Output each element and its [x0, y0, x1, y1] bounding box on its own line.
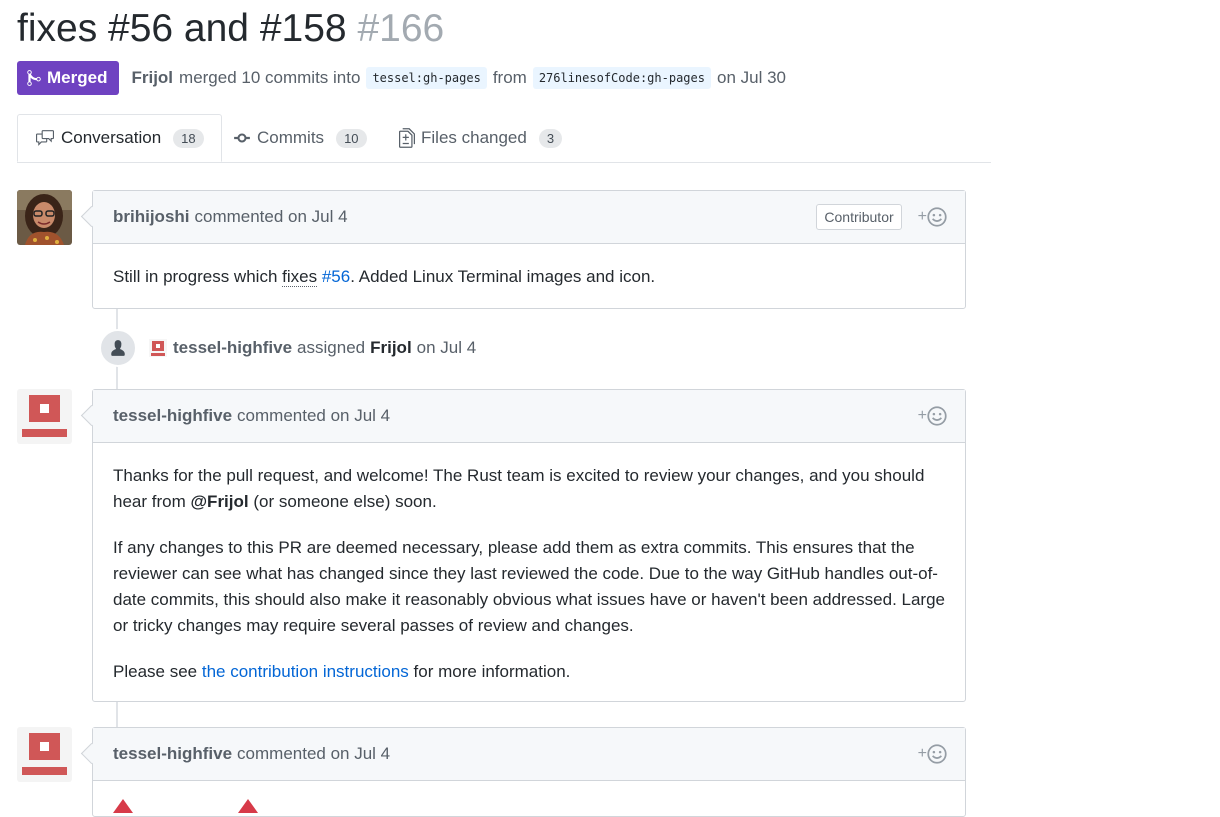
tab-counter: 18 [173, 128, 204, 148]
comment-body [93, 781, 965, 813]
comment-text: . Added Linux Terminal images and icon. [350, 267, 656, 286]
smiley-icon [927, 744, 947, 764]
comment-author[interactable]: brihijoshi [113, 207, 190, 227]
event-target[interactable]: Frijol [370, 338, 412, 358]
comment-body: Thanks for the pull request, and welcome… [93, 443, 965, 703]
tab-conversation[interactable]: Conversation 18 [17, 114, 222, 162]
base-ref: tessel:gh-pages [366, 67, 487, 89]
contributor-badge: Contributor [816, 204, 902, 230]
tab-commits[interactable]: Commits 10 [233, 114, 367, 162]
comment-timestamp[interactable]: commented on Jul 4 [237, 406, 390, 426]
add-reaction-button[interactable]: + [918, 406, 947, 426]
comment-author[interactable]: tessel-highfive [113, 744, 232, 764]
bot-avatar-icon [17, 389, 72, 444]
avatar[interactable] [17, 190, 72, 245]
comment-paragraph: If any changes to this PR are deemed nec… [113, 538, 945, 635]
add-reaction-button[interactable]: + [918, 207, 947, 227]
contribution-link[interactable]: the contribution instructions [202, 662, 409, 681]
event-actor[interactable]: tessel-highfive [173, 338, 292, 358]
pr-tabs: Conversation 18 Commits 10 Files changed… [17, 114, 991, 163]
person-icon [99, 329, 137, 367]
comment-header: tessel-highfive commented on Jul 4 + [93, 728, 965, 781]
smiley-icon [927, 207, 947, 227]
pr-number: #166 [357, 7, 445, 50]
comment-header: tessel-highfive commented on Jul 4 + [93, 390, 965, 443]
comment-discussion-icon [36, 130, 54, 146]
comment: brihijoshi commented on Jul 4 Contributo… [92, 190, 966, 309]
tab-counter: 10 [336, 128, 367, 148]
event-date[interactable]: on Jul 4 [417, 338, 477, 358]
add-reaction-button[interactable]: + [918, 744, 947, 764]
issue-link[interactable]: #56 [322, 267, 350, 286]
assigned-event: tessel-highfive assigned Frijol on Jul 4 [99, 329, 476, 367]
comment: tessel-highfive commented on Jul 4 + [92, 727, 966, 817]
event-action: assigned [297, 338, 366, 357]
tab-counter: 3 [538, 128, 563, 148]
bot-avatar-icon [149, 339, 167, 357]
avatar[interactable] [17, 389, 72, 444]
file-diff-icon [399, 128, 415, 148]
comment-timestamp[interactable]: commented on Jul 4 [195, 207, 348, 227]
smiley-icon [927, 406, 947, 426]
comment-paragraph: Thanks for the pull request, and welcome… [113, 463, 945, 515]
user-photo-icon [17, 190, 72, 245]
comment: tessel-highfive commented on Jul 4 + Tha… [92, 389, 966, 702]
fixes-keyword: fixes [282, 267, 318, 287]
head-ref: 276linesofCode:gh-pages [532, 67, 711, 89]
pr-title: fixes #56 and #158 [17, 7, 347, 50]
pr-author-link[interactable]: Frijol [131, 68, 173, 88]
user-mention[interactable]: @Frijol [190, 492, 248, 511]
git-merge-icon [27, 70, 41, 86]
tab-files-changed[interactable]: Files changed 3 [399, 114, 563, 162]
tab-label: Commits [257, 128, 325, 147]
comment-timestamp[interactable]: commented on Jul 4 [237, 744, 390, 764]
from-text: from [492, 68, 527, 87]
comment-text: for more information. [413, 662, 571, 681]
timeline-connector [116, 702, 118, 728]
warning-icon [113, 799, 258, 813]
merge-text: merged 10 commits into [179, 68, 361, 87]
tab-label: Files changed [421, 128, 527, 147]
comment-author[interactable]: tessel-highfive [113, 406, 232, 426]
comment-body: Still in progress which fixes #56. Added… [93, 244, 965, 308]
comment-paragraph: Please see the contribution instructions… [113, 659, 945, 685]
pr-meta: Merged Frijol merged 10 commits into tes… [17, 61, 786, 95]
git-commit-icon [234, 133, 250, 143]
bot-avatar-icon [17, 727, 72, 782]
status-badge: Merged [17, 61, 120, 95]
comment-text: (or someone else) soon. [253, 492, 437, 511]
page-title: fixes #56 and #158 #166 [17, 4, 444, 54]
status-label: Merged [47, 68, 108, 87]
avatar[interactable] [17, 727, 72, 782]
comment-header: brihijoshi commented on Jul 4 Contributo… [93, 191, 965, 244]
tab-label: Conversation [61, 128, 162, 147]
comment-text: Please see [113, 662, 198, 681]
merge-date[interactable]: on Jul 30 [717, 68, 786, 88]
comment-text: Still in progress which [113, 267, 278, 286]
